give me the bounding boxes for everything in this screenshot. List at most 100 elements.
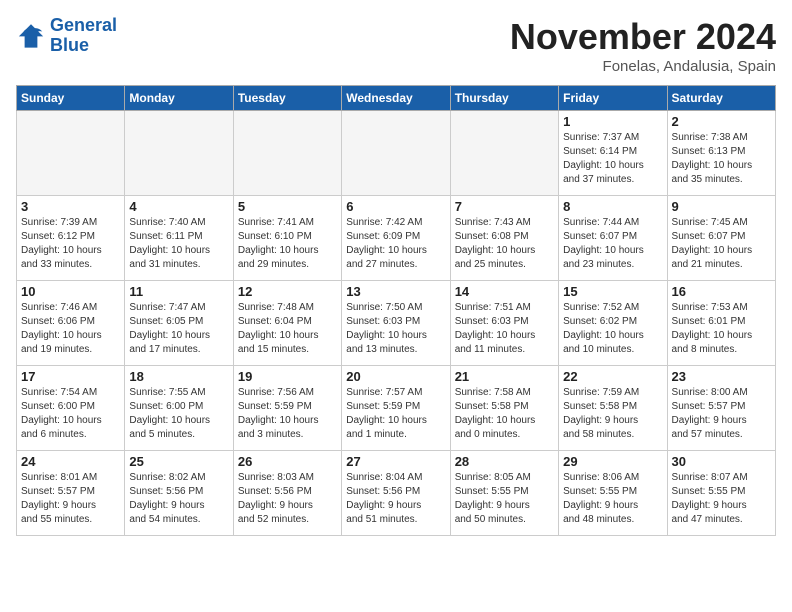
month-title: November 2024 xyxy=(510,16,776,58)
weekday-header: Monday xyxy=(125,86,233,111)
day-info: Sunrise: 7:37 AM Sunset: 6:14 PM Dayligh… xyxy=(563,131,662,187)
day-info: Sunrise: 7:56 AM Sunset: 5:59 PM Dayligh… xyxy=(238,386,337,442)
location: Fonelas, Andalusia, Spain xyxy=(510,58,776,75)
logo-icon xyxy=(16,21,46,51)
day-number: 16 xyxy=(672,284,771,299)
calendar-cell: 16 Sunrise: 7:53 AM Sunset: 6:01 PM Dayli… xyxy=(667,281,775,366)
day-number: 24 xyxy=(21,454,120,469)
day-info: Sunrise: 7:43 AM Sunset: 6:08 PM Dayligh… xyxy=(455,216,554,272)
calendar-cell: 1 Sunrise: 7:37 AM Sunset: 6:14 PM Daylig… xyxy=(559,111,667,196)
calendar-cell: 9 Sunrise: 7:45 AM Sunset: 6:07 PM Daylig… xyxy=(667,196,775,281)
calendar-cell xyxy=(125,111,233,196)
calendar-cell: 26 Sunrise: 8:03 AM Sunset: 5:56 PM Dayli… xyxy=(233,451,341,536)
day-info: Sunrise: 7:45 AM Sunset: 6:07 PM Dayligh… xyxy=(672,216,771,272)
calendar-cell xyxy=(17,111,125,196)
calendar-cell: 13 Sunrise: 7:50 AM Sunset: 6:03 PM Dayli… xyxy=(342,281,450,366)
day-number: 22 xyxy=(563,369,662,384)
day-info: Sunrise: 7:50 AM Sunset: 6:03 PM Dayligh… xyxy=(346,301,445,357)
day-number: 3 xyxy=(21,199,120,214)
page-header: General Blue November 2024 Fonelas, Anda… xyxy=(16,16,776,75)
day-info: Sunrise: 7:40 AM Sunset: 6:11 PM Dayligh… xyxy=(129,216,228,272)
weekday-header: Saturday xyxy=(667,86,775,111)
calendar-cell: 5Sunrise: 7:41 AM Sunset: 6:10 PM Daylig… xyxy=(233,196,341,281)
day-number: 13 xyxy=(346,284,445,299)
calendar-cell: 4 Sunrise: 7:40 AM Sunset: 6:11 PM Daylig… xyxy=(125,196,233,281)
day-number: 1 xyxy=(563,114,662,129)
calendar-cell: 22 Sunrise: 7:59 AM Sunset: 5:58 PM Dayli… xyxy=(559,366,667,451)
day-info: Sunrise: 8:00 AM Sunset: 5:57 PM Dayligh… xyxy=(672,386,771,442)
weekday-header: Tuesday xyxy=(233,86,341,111)
calendar-week-row: 10 Sunrise: 7:46 AM Sunset: 6:06 PM Dayli… xyxy=(17,281,776,366)
calendar-cell: 7 Sunrise: 7:43 AM Sunset: 6:08 PM Daylig… xyxy=(450,196,558,281)
day-number: 7 xyxy=(455,199,554,214)
day-info: Sunrise: 7:53 AM Sunset: 6:01 PM Dayligh… xyxy=(672,301,771,357)
day-number: 10 xyxy=(21,284,120,299)
day-info: Sunrise: 7:51 AM Sunset: 6:03 PM Dayligh… xyxy=(455,301,554,357)
calendar-cell: 28 Sunrise: 8:05 AM Sunset: 5:55 PM Dayli… xyxy=(450,451,558,536)
day-info: Sunrise: 7:57 AM Sunset: 5:59 PM Dayligh… xyxy=(346,386,445,442)
day-info: Sunrise: 7:44 AM Sunset: 6:07 PM Dayligh… xyxy=(563,216,662,272)
day-info: Sunrise: 7:42 AM Sunset: 6:09 PM Dayligh… xyxy=(346,216,445,272)
weekday-header: Sunday xyxy=(17,86,125,111)
day-number: 4 xyxy=(129,199,228,214)
calendar-cell: 24Sunrise: 8:01 AM Sunset: 5:57 PM Dayli… xyxy=(17,451,125,536)
calendar-cell: 23Sunrise: 8:00 AM Sunset: 5:57 PM Dayli… xyxy=(667,366,775,451)
weekday-header-row: SundayMondayTuesdayWednesdayThursdayFrid… xyxy=(17,86,776,111)
calendar-cell: 21 Sunrise: 7:58 AM Sunset: 5:58 PM Dayli… xyxy=(450,366,558,451)
calendar-cell: 25 Sunrise: 8:02 AM Sunset: 5:56 PM Dayli… xyxy=(125,451,233,536)
weekday-header: Wednesday xyxy=(342,86,450,111)
logo-line2: Blue xyxy=(50,36,117,56)
day-info: Sunrise: 8:07 AM Sunset: 5:55 PM Dayligh… xyxy=(672,471,771,527)
calendar-cell: 10 Sunrise: 7:46 AM Sunset: 6:06 PM Dayli… xyxy=(17,281,125,366)
day-number: 30 xyxy=(672,454,771,469)
day-number: 6 xyxy=(346,199,445,214)
day-info: Sunrise: 7:38 AM Sunset: 6:13 PM Dayligh… xyxy=(672,131,771,187)
day-info: Sunrise: 7:46 AM Sunset: 6:06 PM Dayligh… xyxy=(21,301,120,357)
calendar-cell: 30 Sunrise: 8:07 AM Sunset: 5:55 PM Dayli… xyxy=(667,451,775,536)
day-number: 9 xyxy=(672,199,771,214)
calendar-week-row: 3Sunrise: 7:39 AM Sunset: 6:12 PM Daylig… xyxy=(17,196,776,281)
calendar-table: SundayMondayTuesdayWednesdayThursdayFrid… xyxy=(16,85,776,536)
calendar-cell: 8Sunrise: 7:44 AM Sunset: 6:07 PM Daylig… xyxy=(559,196,667,281)
day-number: 11 xyxy=(129,284,228,299)
day-info: Sunrise: 7:48 AM Sunset: 6:04 PM Dayligh… xyxy=(238,301,337,357)
day-number: 2 xyxy=(672,114,771,129)
calendar-cell: 6 Sunrise: 7:42 AM Sunset: 6:09 PM Daylig… xyxy=(342,196,450,281)
weekday-header: Friday xyxy=(559,86,667,111)
day-info: Sunrise: 7:59 AM Sunset: 5:58 PM Dayligh… xyxy=(563,386,662,442)
day-number: 18 xyxy=(129,369,228,384)
day-number: 26 xyxy=(238,454,337,469)
calendar-cell: 19Sunrise: 7:56 AM Sunset: 5:59 PM Dayli… xyxy=(233,366,341,451)
calendar-week-row: 24Sunrise: 8:01 AM Sunset: 5:57 PM Dayli… xyxy=(17,451,776,536)
calendar-cell: 17 Sunrise: 7:54 AM Sunset: 6:00 PM Dayli… xyxy=(17,366,125,451)
day-number: 17 xyxy=(21,369,120,384)
calendar-cell: 20 Sunrise: 7:57 AM Sunset: 5:59 PM Dayli… xyxy=(342,366,450,451)
day-number: 12 xyxy=(238,284,337,299)
title-block: November 2024 Fonelas, Andalusia, Spain xyxy=(510,16,776,75)
calendar-cell xyxy=(233,111,341,196)
day-number: 28 xyxy=(455,454,554,469)
logo: General Blue xyxy=(16,16,117,56)
calendar-cell: 12 Sunrise: 7:48 AM Sunset: 6:04 PM Dayli… xyxy=(233,281,341,366)
day-number: 15 xyxy=(563,284,662,299)
day-number: 25 xyxy=(129,454,228,469)
day-info: Sunrise: 8:03 AM Sunset: 5:56 PM Dayligh… xyxy=(238,471,337,527)
calendar-cell: 18Sunrise: 7:55 AM Sunset: 6:00 PM Dayli… xyxy=(125,366,233,451)
day-info: Sunrise: 8:05 AM Sunset: 5:55 PM Dayligh… xyxy=(455,471,554,527)
day-info: Sunrise: 7:54 AM Sunset: 6:00 PM Dayligh… xyxy=(21,386,120,442)
day-number: 14 xyxy=(455,284,554,299)
day-number: 20 xyxy=(346,369,445,384)
day-number: 5 xyxy=(238,199,337,214)
calendar-cell: 29Sunrise: 8:06 AM Sunset: 5:55 PM Dayli… xyxy=(559,451,667,536)
day-info: Sunrise: 7:52 AM Sunset: 6:02 PM Dayligh… xyxy=(563,301,662,357)
calendar-cell xyxy=(342,111,450,196)
day-info: Sunrise: 8:06 AM Sunset: 5:55 PM Dayligh… xyxy=(563,471,662,527)
calendar-week-row: 1 Sunrise: 7:37 AM Sunset: 6:14 PM Daylig… xyxy=(17,111,776,196)
calendar-week-row: 17 Sunrise: 7:54 AM Sunset: 6:00 PM Dayli… xyxy=(17,366,776,451)
logo-line1: General xyxy=(50,16,117,36)
day-info: Sunrise: 8:02 AM Sunset: 5:56 PM Dayligh… xyxy=(129,471,228,527)
day-info: Sunrise: 7:58 AM Sunset: 5:58 PM Dayligh… xyxy=(455,386,554,442)
weekday-header: Thursday xyxy=(450,86,558,111)
day-number: 21 xyxy=(455,369,554,384)
day-info: Sunrise: 8:04 AM Sunset: 5:56 PM Dayligh… xyxy=(346,471,445,527)
